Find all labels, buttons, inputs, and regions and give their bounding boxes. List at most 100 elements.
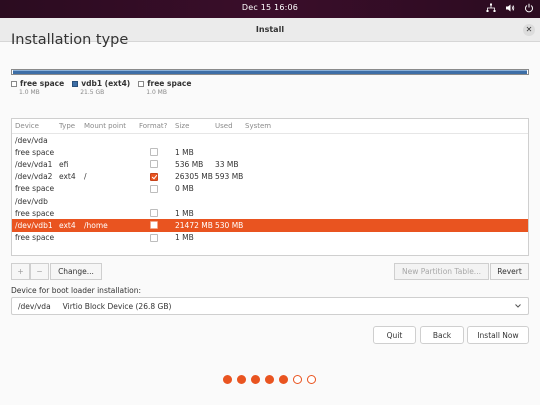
column-header-type[interactable]: Type <box>59 122 84 130</box>
cell-device: free space <box>15 147 55 157</box>
legend-label: free space <box>20 79 65 88</box>
boot-loader-select[interactable]: /dev/vda Virtio Block Device (26.8 GB) <box>11 297 529 315</box>
quit-button[interactable]: Quit <box>373 326 416 344</box>
cell-mount: /home <box>84 220 108 230</box>
cell-size: 1 MB <box>175 147 194 157</box>
partition-bar <box>11 69 529 75</box>
chevron-down-icon <box>515 304 521 308</box>
partition-bar-highlight <box>12 70 528 71</box>
cell-size: 1 MB <box>175 208 194 218</box>
cell-device: free space <box>15 208 55 218</box>
cell-type: ext4 <box>59 220 76 230</box>
revert-button[interactable]: Revert <box>490 263 529 280</box>
disk-group-row[interactable]: /dev/vda <box>12 134 528 146</box>
legend-item-free-2: free space 1.0 MB <box>138 79 191 96</box>
progress-dots <box>223 375 316 384</box>
cell-format <box>139 195 175 207</box>
progress-dot <box>279 375 288 384</box>
cell-used: 593 MB <box>215 172 244 182</box>
clock[interactable]: Dec 15 16:06 <box>0 3 540 12</box>
cell-format <box>139 134 175 146</box>
close-icon: ✕ <box>525 25 533 34</box>
cell-device: free space <box>15 184 55 194</box>
progress-dot <box>307 375 316 384</box>
table-row[interactable]: /dev/vdb1 ext4/home 21472 MB 530 MB <box>12 219 528 232</box>
page-title: Installation type <box>11 32 129 48</box>
cell-format <box>139 219 175 231</box>
progress-dot <box>251 375 260 384</box>
network-icon[interactable] <box>486 3 496 13</box>
top-panel: Dec 15 16:06 <box>0 0 540 18</box>
format-checkbox[interactable] <box>150 221 158 230</box>
progress-dot <box>293 375 302 384</box>
free-space-swatch <box>11 80 17 87</box>
format-checkbox[interactable] <box>150 160 158 169</box>
cell-used: 33 MB <box>215 159 239 169</box>
disk-group-row[interactable]: /dev/vdb <box>12 195 528 207</box>
progress-dot <box>223 375 232 384</box>
install-now-button[interactable]: Install Now <box>467 326 529 344</box>
cell-device: /dev/vda <box>15 135 48 145</box>
free-space-swatch <box>138 80 145 87</box>
column-header-size[interactable]: Size <box>175 122 215 130</box>
legend-size: 1.0 MB <box>19 89 40 96</box>
table-header: Device Type Mount point Format? Size Use… <box>12 119 528 134</box>
partition-tools: + − Change... <box>11 263 102 280</box>
cell-device: free space <box>15 233 55 243</box>
legend-size: 21.5 GB <box>80 89 105 96</box>
back-button[interactable]: Back <box>420 326 464 344</box>
cell-used: 530 MB <box>215 220 244 230</box>
cell-type: efi <box>59 159 69 169</box>
legend-size: 1.0 MB <box>146 89 167 96</box>
power-icon[interactable] <box>524 3 534 13</box>
table-row[interactable]: free space 1 MB <box>12 232 528 244</box>
cell-format <box>139 207 175 219</box>
legend-item-free-1: free space 1.0 MB <box>11 79 64 96</box>
volume-icon[interactable] <box>505 3 515 13</box>
progress-dot <box>237 375 246 384</box>
partition-bar-free-start <box>12 70 13 74</box>
column-header-used[interactable]: Used <box>215 122 245 130</box>
table-row[interactable]: free space 0 MB <box>12 183 528 195</box>
cell-size: 0 MB <box>175 184 194 194</box>
column-header-mount[interactable]: Mount point <box>84 122 139 130</box>
column-header-format[interactable]: Format? <box>139 122 175 130</box>
table-row[interactable]: free space 1 MB <box>12 146 528 158</box>
cell-size: 536 MB <box>175 159 204 169</box>
format-checkbox[interactable] <box>150 184 158 193</box>
change-partition-button[interactable]: Change... <box>50 263 102 280</box>
cell-size: 26305 MB <box>175 172 213 182</box>
cell-format <box>139 146 175 158</box>
cell-format <box>139 232 175 244</box>
new-partition-table-button[interactable]: New Partition Table... <box>394 263 489 280</box>
cell-type: ext4 <box>59 172 76 182</box>
cell-device: /dev/vdb1 <box>15 220 53 230</box>
cell-format <box>139 183 175 195</box>
legend-label: vdb1 (ext4) <box>81 79 131 88</box>
cell-format <box>139 171 175 183</box>
cell-size: 21472 MB <box>175 220 213 230</box>
progress-dot <box>265 375 274 384</box>
system-tray[interactable] <box>486 3 534 13</box>
ext4-swatch <box>72 80 79 87</box>
cell-device: /dev/vdb <box>15 196 48 206</box>
table-body: /dev/vda free space 1 MB/dev/vda1 efi 536 MB… <box>12 134 528 244</box>
format-checkbox[interactable] <box>150 209 158 218</box>
table-row[interactable]: /dev/vda2 ext4 / 26305 MB 593 MB <box>12 171 528 183</box>
boot-device-description: Virtio Block Device (26.8 GB) <box>62 301 172 311</box>
format-checkbox[interactable] <box>150 172 158 181</box>
partition-table[interactable]: Device Type Mount point Format? Size Use… <box>11 118 529 256</box>
format-checkbox[interactable] <box>150 148 158 157</box>
add-partition-button[interactable]: + <box>11 263 30 280</box>
boot-device: /dev/vda <box>18 301 51 311</box>
close-button[interactable]: ✕ <box>523 24 535 36</box>
format-checkbox[interactable] <box>150 233 158 242</box>
partition-legend: free space 1.0 MB vdb1 (ext4) 21.5 GB fr… <box>11 79 191 96</box>
cell-device: /dev/vda1 <box>15 159 53 169</box>
remove-partition-button[interactable]: − <box>30 263 49 280</box>
cell-device: /dev/vda2 <box>15 172 53 182</box>
column-header-system[interactable]: System <box>245 122 528 130</box>
table-row[interactable]: free space 1 MB <box>12 207 528 219</box>
column-header-device[interactable]: Device <box>12 122 59 130</box>
table-row[interactable]: /dev/vda1 efi 536 MB 33 MB <box>12 158 528 170</box>
